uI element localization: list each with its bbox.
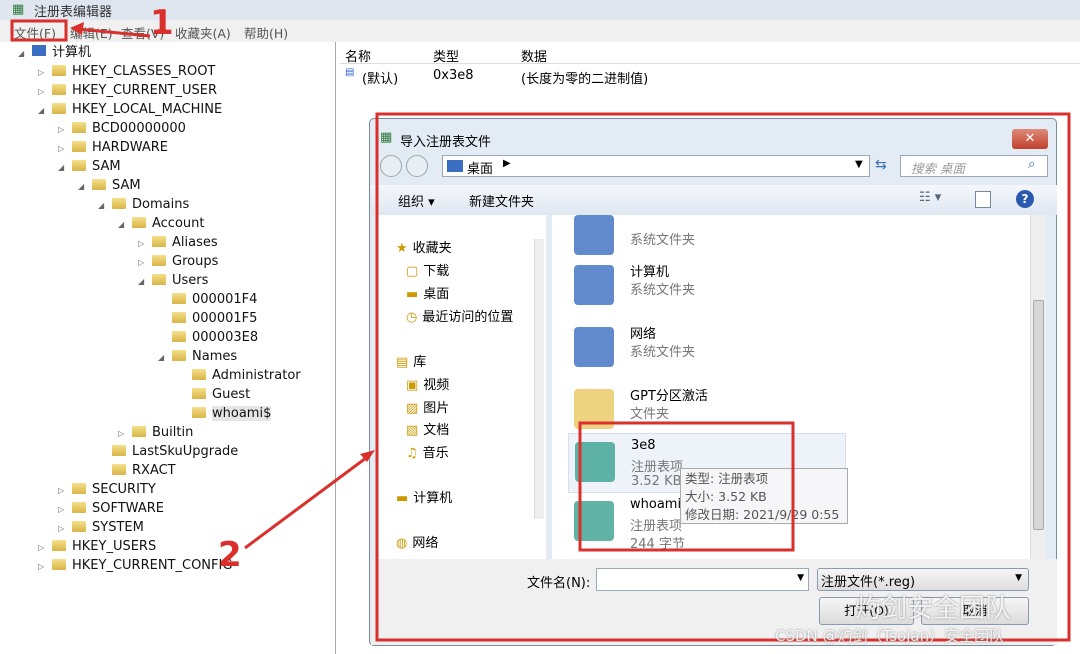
annotation-box-files bbox=[578, 421, 795, 552]
annotation-label-2: 2 bbox=[218, 535, 242, 575]
annotation-box-dialog bbox=[375, 112, 1071, 642]
annotation-layer: 1 2 bbox=[10, 3, 1071, 642]
annotation-box-file-menu bbox=[10, 19, 68, 42]
annotation-arrow-2 bbox=[244, 453, 371, 550]
watermark-team: 灼剑安全团队 bbox=[855, 594, 1012, 624]
annotation-label-1: 1 bbox=[150, 3, 174, 43]
watermark-csdn: CSDN @灼剑（Tsojan）安全团队 bbox=[775, 627, 1005, 645]
annotation-arrow-1 bbox=[77, 27, 151, 38]
